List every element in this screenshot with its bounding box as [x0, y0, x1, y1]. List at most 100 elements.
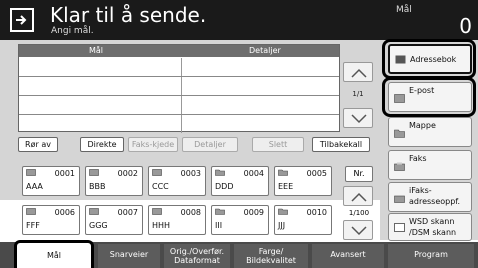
tile-name: DDD	[215, 182, 234, 191]
tile-number: 0003	[180, 169, 201, 178]
fax-label: Faks	[409, 154, 427, 163]
tab-label: Farge/	[258, 247, 284, 256]
quick-dial-tile[interactable]: 0007 GGG	[85, 205, 143, 235]
quick-dial-tile[interactable]: 0009 III	[211, 205, 269, 235]
tile-number: 0004	[243, 169, 264, 178]
wsd-label-2: /DSM skann	[409, 228, 457, 237]
number-search-button[interactable]: Nr.	[345, 166, 373, 182]
status-header: Klar til å sende. Angi mål. Mål 0	[0, 0, 478, 40]
quick-page-indicator: 1/100	[348, 209, 370, 217]
tab-label: Snarveier	[109, 250, 149, 259]
destination-count: 0	[459, 14, 472, 38]
folder-icon	[215, 169, 225, 176]
quick-dial-tile[interactable]: 0003 CCC	[148, 166, 206, 196]
fax-chain-button[interactable]: Faks-kjede	[128, 137, 178, 152]
tile-number: 0006	[54, 208, 75, 217]
tab-color-quality[interactable]: Farge/ Bildekvalitet	[234, 244, 308, 268]
folder-icon	[394, 129, 405, 138]
highlight-ring	[382, 39, 476, 79]
list-row[interactable]	[19, 96, 339, 115]
tile-name: GGG	[89, 221, 108, 230]
quick-dial-tile[interactable]: 0002 BBB	[85, 166, 143, 196]
tile-number: 0008	[180, 208, 201, 217]
tile-number: 0007	[117, 208, 138, 217]
list-scroll-up-button[interactable]	[343, 62, 373, 82]
quick-dial-tile[interactable]: 0006 FFF	[22, 205, 80, 235]
col-target: Mål	[89, 46, 104, 55]
fax-icon	[394, 162, 405, 171]
tab-program[interactable]: Program	[388, 244, 474, 268]
envelope-icon	[89, 169, 99, 176]
envelope-icon	[89, 208, 99, 215]
tile-number: 0009	[243, 208, 264, 217]
quick-dial-tile[interactable]: 0001 AAA	[22, 166, 80, 196]
tab-label: Program	[414, 250, 448, 259]
wsd-scan-button[interactable]: WSD skann /DSM skann	[388, 213, 472, 241]
wsd-label-1: WSD skann	[409, 217, 455, 226]
status-title: Klar til å sende.	[50, 3, 207, 27]
folder-icon	[278, 169, 288, 176]
folder-button[interactable]: Mappe	[388, 117, 472, 147]
recall-button[interactable]: Tilbakekall	[312, 137, 370, 152]
highlight-ring	[382, 77, 476, 117]
tile-name: EEE	[278, 182, 294, 191]
folder-label: Mappe	[409, 121, 436, 130]
tab-label: Bildekvalitet	[246, 256, 296, 265]
scan-icon	[394, 223, 405, 232]
list-header: Mål Detaljer	[19, 45, 339, 57]
quick-dial-tile[interactable]: 0010 JJJ	[274, 205, 332, 235]
ifax-label-1: iFaks-	[409, 186, 432, 195]
destination-list[interactable]: Mål Detaljer	[18, 44, 340, 134]
tab-label: Dataformat	[174, 256, 220, 265]
tile-name: HHH	[152, 221, 171, 230]
list-scroll-down-button[interactable]	[343, 108, 373, 128]
direct-button[interactable]: Direkte	[80, 137, 124, 152]
quick-scroll-down-button[interactable]	[343, 220, 373, 240]
fax-button[interactable]: Faks	[388, 150, 472, 180]
col-details: Detaljer	[249, 46, 281, 55]
tile-number: 0001	[54, 169, 75, 178]
tile-number: 0010	[306, 208, 327, 217]
ifax-icon	[394, 195, 405, 203]
ifax-label-2: adresseoppf.	[409, 197, 461, 206]
chevron-down-icon	[351, 226, 367, 236]
tab-original-format[interactable]: Orig./Overfør. Dataformat	[164, 244, 230, 268]
envelope-icon	[152, 169, 162, 176]
tab-destination[interactable]: Mål	[14, 240, 94, 268]
quick-dial-tile[interactable]: 0005 EEE	[274, 166, 332, 196]
ifax-address-button[interactable]: iFaks- adresseoppf.	[388, 182, 472, 212]
delete-button[interactable]: Slett	[252, 137, 304, 152]
tab-label: Orig./Overfør.	[169, 247, 225, 256]
chevron-up-icon	[351, 68, 367, 78]
tile-number: 0002	[117, 169, 138, 178]
folder-icon	[278, 208, 288, 215]
chevron-up-icon	[351, 192, 367, 202]
envelope-icon	[26, 169, 36, 176]
envelope-icon	[26, 208, 36, 215]
tab-shortcuts[interactable]: Snarveier	[98, 244, 160, 268]
list-row[interactable]	[19, 77, 339, 96]
send-icon	[10, 8, 34, 32]
destination-count-label: Mål	[396, 5, 412, 15]
quick-scroll-up-button[interactable]	[343, 186, 373, 206]
details-button[interactable]: Detaljer	[182, 137, 238, 152]
list-row[interactable]	[19, 58, 339, 77]
tile-name: BBB	[89, 182, 106, 191]
chevron-down-icon	[351, 114, 367, 124]
tile-name: FFF	[26, 221, 40, 230]
tab-label: Mål	[46, 251, 62, 260]
tile-name: III	[215, 221, 223, 230]
envelope-icon	[152, 208, 162, 215]
tile-name: JJJ	[278, 221, 286, 230]
quick-dial-tile[interactable]: 0008 HHH	[148, 205, 206, 235]
quick-dial-tile[interactable]: 0004 DDD	[211, 166, 269, 196]
tile-name: CCC	[152, 182, 169, 191]
tile-number: 0005	[306, 169, 327, 178]
list-row[interactable]	[19, 115, 339, 134]
tile-name: AAA	[26, 182, 43, 191]
status-subtitle: Angi mål.	[51, 26, 94, 36]
list-page-indicator: 1/1	[352, 90, 364, 98]
tab-label: Avansert	[330, 250, 366, 259]
hook-button[interactable]: Rør av	[18, 137, 58, 152]
tab-advanced[interactable]: Avansert	[312, 244, 384, 268]
